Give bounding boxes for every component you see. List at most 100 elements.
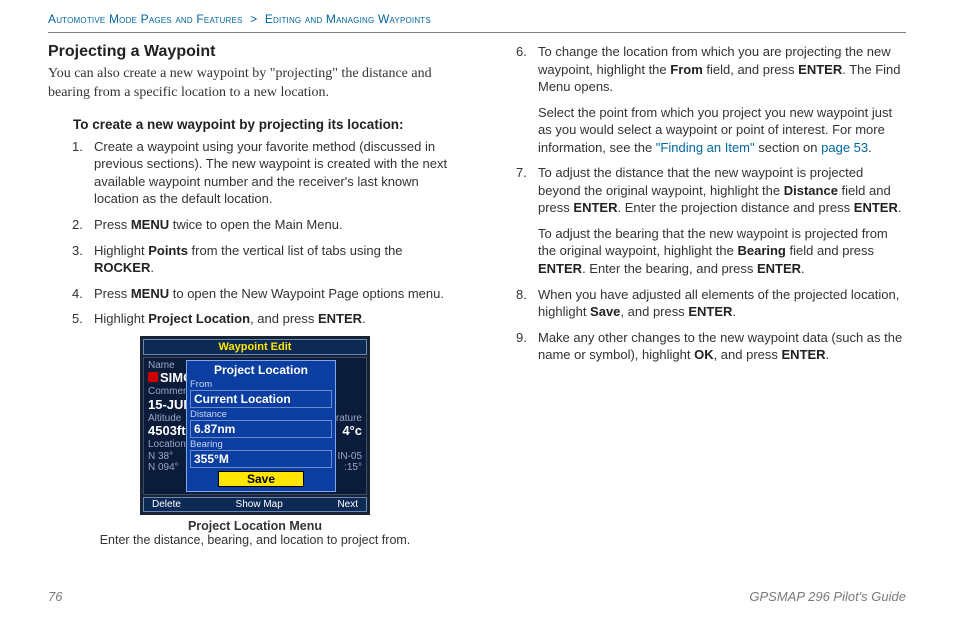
- link-page-53[interactable]: page 53: [821, 140, 868, 155]
- t: field, and press: [703, 62, 798, 77]
- procedure-heading: To create a new waypoint by projecting i…: [73, 117, 462, 132]
- step-text: To adjust the distance that the new wayp…: [538, 164, 906, 217]
- breadcrumb-section-a: Automotive Mode Pages and Features: [48, 12, 243, 26]
- procedure-list-right: 8.When you have adjusted all elements of…: [516, 286, 906, 364]
- list-item: 1.Create a waypoint using your favorite …: [72, 138, 462, 208]
- procedure-list-right: 7.To adjust the distance that the new wa…: [516, 164, 906, 217]
- page-columns: Projecting a Waypoint You can also creat…: [48, 43, 906, 547]
- step-number: 4.: [72, 285, 94, 303]
- list-item: 3.Highlight Points from the vertical lis…: [72, 242, 462, 277]
- keyword: ENTER: [798, 62, 842, 77]
- keyword: ENTER: [854, 200, 898, 215]
- keyword: OK: [694, 347, 714, 362]
- link-finding-an-item[interactable]: "Finding an Item": [656, 140, 755, 155]
- label: Comment: [148, 386, 191, 398]
- t: . Enter the bearing, and press: [582, 261, 757, 276]
- popup-field-label: From: [190, 379, 332, 390]
- step-number: 8.: [516, 286, 538, 321]
- keyword: Bearing: [737, 243, 785, 258]
- softkey-show-map[interactable]: Show Map: [236, 499, 283, 510]
- popup-field-label: Distance: [190, 409, 332, 420]
- value: N 38°: [148, 451, 173, 463]
- breadcrumb: Automotive Mode Pages and Features > Edi…: [48, 12, 906, 33]
- t: .: [826, 347, 830, 362]
- left-column: Projecting a Waypoint You can also creat…: [48, 43, 462, 547]
- page-title: Projecting a Waypoint: [48, 43, 462, 61]
- t: Press: [94, 217, 131, 232]
- flag-icon: [148, 372, 158, 382]
- value: :15°: [344, 462, 362, 474]
- keyword: ENTER: [538, 261, 582, 276]
- t: .: [868, 140, 872, 155]
- keyword: MENU: [131, 217, 169, 232]
- step-number: 9.: [516, 329, 538, 364]
- list-item: 9.Make any other changes to the new wayp…: [516, 329, 906, 364]
- figure-caption-text: Enter the distance, bearing, and locatio…: [100, 533, 411, 547]
- step-text: Make any other changes to the new waypoi…: [538, 329, 906, 364]
- popup-field-value[interactable]: Current Location: [190, 390, 332, 408]
- breadcrumb-section-b: Editing and Managing Waypoints: [265, 12, 431, 26]
- popup-field-value[interactable]: 355°M: [190, 450, 332, 468]
- t: .: [732, 304, 736, 319]
- procedure-list-right: 6.To change the location from which you …: [516, 43, 906, 96]
- value: N 094°: [148, 462, 179, 474]
- step-subparagraph: Select the point from which you project …: [538, 104, 906, 157]
- step-number: 5.: [72, 310, 94, 328]
- keyword: ENTER: [782, 347, 826, 362]
- step-text: Highlight Project Location, and press EN…: [94, 310, 462, 328]
- device-titlebar: Waypoint Edit: [143, 339, 367, 355]
- project-location-popup: Project Location From Current Location D…: [186, 360, 336, 492]
- t: from the vertical list of tabs using the: [188, 243, 403, 258]
- page-footer: 76 GPSMAP 296 Pilot's Guide: [48, 589, 906, 604]
- value: 4°c: [342, 424, 362, 439]
- value: IN-05: [338, 451, 362, 463]
- t: section on: [755, 140, 822, 155]
- list-item: 5.Highlight Project Location, and press …: [72, 310, 462, 328]
- step-number: 7.: [516, 164, 538, 217]
- procedure-list-left: 1.Create a waypoint using your favorite …: [72, 138, 462, 328]
- t: , and press: [620, 304, 688, 319]
- t: .: [801, 261, 805, 276]
- step-text: When you have adjusted all elements of t…: [538, 286, 906, 321]
- step-text: To change the location from which you ar…: [538, 43, 906, 96]
- t: .: [362, 311, 366, 326]
- softkey-delete[interactable]: Delete: [152, 499, 181, 510]
- step-number: 2.: [72, 216, 94, 234]
- keyword: Points: [148, 243, 188, 258]
- keyword: Save: [590, 304, 620, 319]
- step-text: Create a waypoint using your favorite me…: [94, 138, 462, 208]
- figure: Waypoint Edit Name SIMONE Comment 15-JUN…: [48, 336, 462, 547]
- t: to open the New Waypoint Page options me…: [169, 286, 444, 301]
- device-softkeys: Delete Show Map Next: [143, 497, 367, 512]
- list-item: 8.When you have adjusted all elements of…: [516, 286, 906, 321]
- list-item: 2.Press MENU twice to open the Main Menu…: [72, 216, 462, 234]
- keyword: From: [670, 62, 703, 77]
- t: field and press: [786, 243, 874, 258]
- keyword: ENTER: [688, 304, 732, 319]
- value: 4503ft: [148, 424, 186, 439]
- t: .: [898, 200, 902, 215]
- keyword: ROCKER: [94, 260, 150, 275]
- list-item: 6.To change the location from which you …: [516, 43, 906, 96]
- guide-title: GPSMAP 296 Pilot's Guide: [749, 589, 906, 604]
- page-number: 76: [48, 589, 62, 604]
- keyword: ENTER: [757, 261, 801, 276]
- step-text: Highlight Points from the vertical list …: [94, 242, 462, 277]
- list-item: 7.To adjust the distance that the new wa…: [516, 164, 906, 217]
- step-number: 3.: [72, 242, 94, 277]
- save-button[interactable]: Save: [218, 471, 304, 487]
- device-body: Name SIMONE Comment 15-JUN-05 Altitudepe…: [143, 357, 367, 495]
- keyword: Distance: [784, 183, 838, 198]
- softkey-next[interactable]: Next: [337, 499, 358, 510]
- t: Highlight: [94, 311, 148, 326]
- keyword: MENU: [131, 286, 169, 301]
- popup-field-value[interactable]: 6.87nm: [190, 420, 332, 438]
- step-number: 6.: [516, 43, 538, 96]
- step-text: Press MENU to open the New Waypoint Page…: [94, 285, 462, 303]
- t: Press: [94, 286, 131, 301]
- t: , and press: [250, 311, 318, 326]
- label: Location: [148, 439, 186, 451]
- keyword: ENTER: [573, 200, 617, 215]
- t: twice to open the Main Menu.: [169, 217, 342, 232]
- t: . Enter the projection distance and pres…: [617, 200, 853, 215]
